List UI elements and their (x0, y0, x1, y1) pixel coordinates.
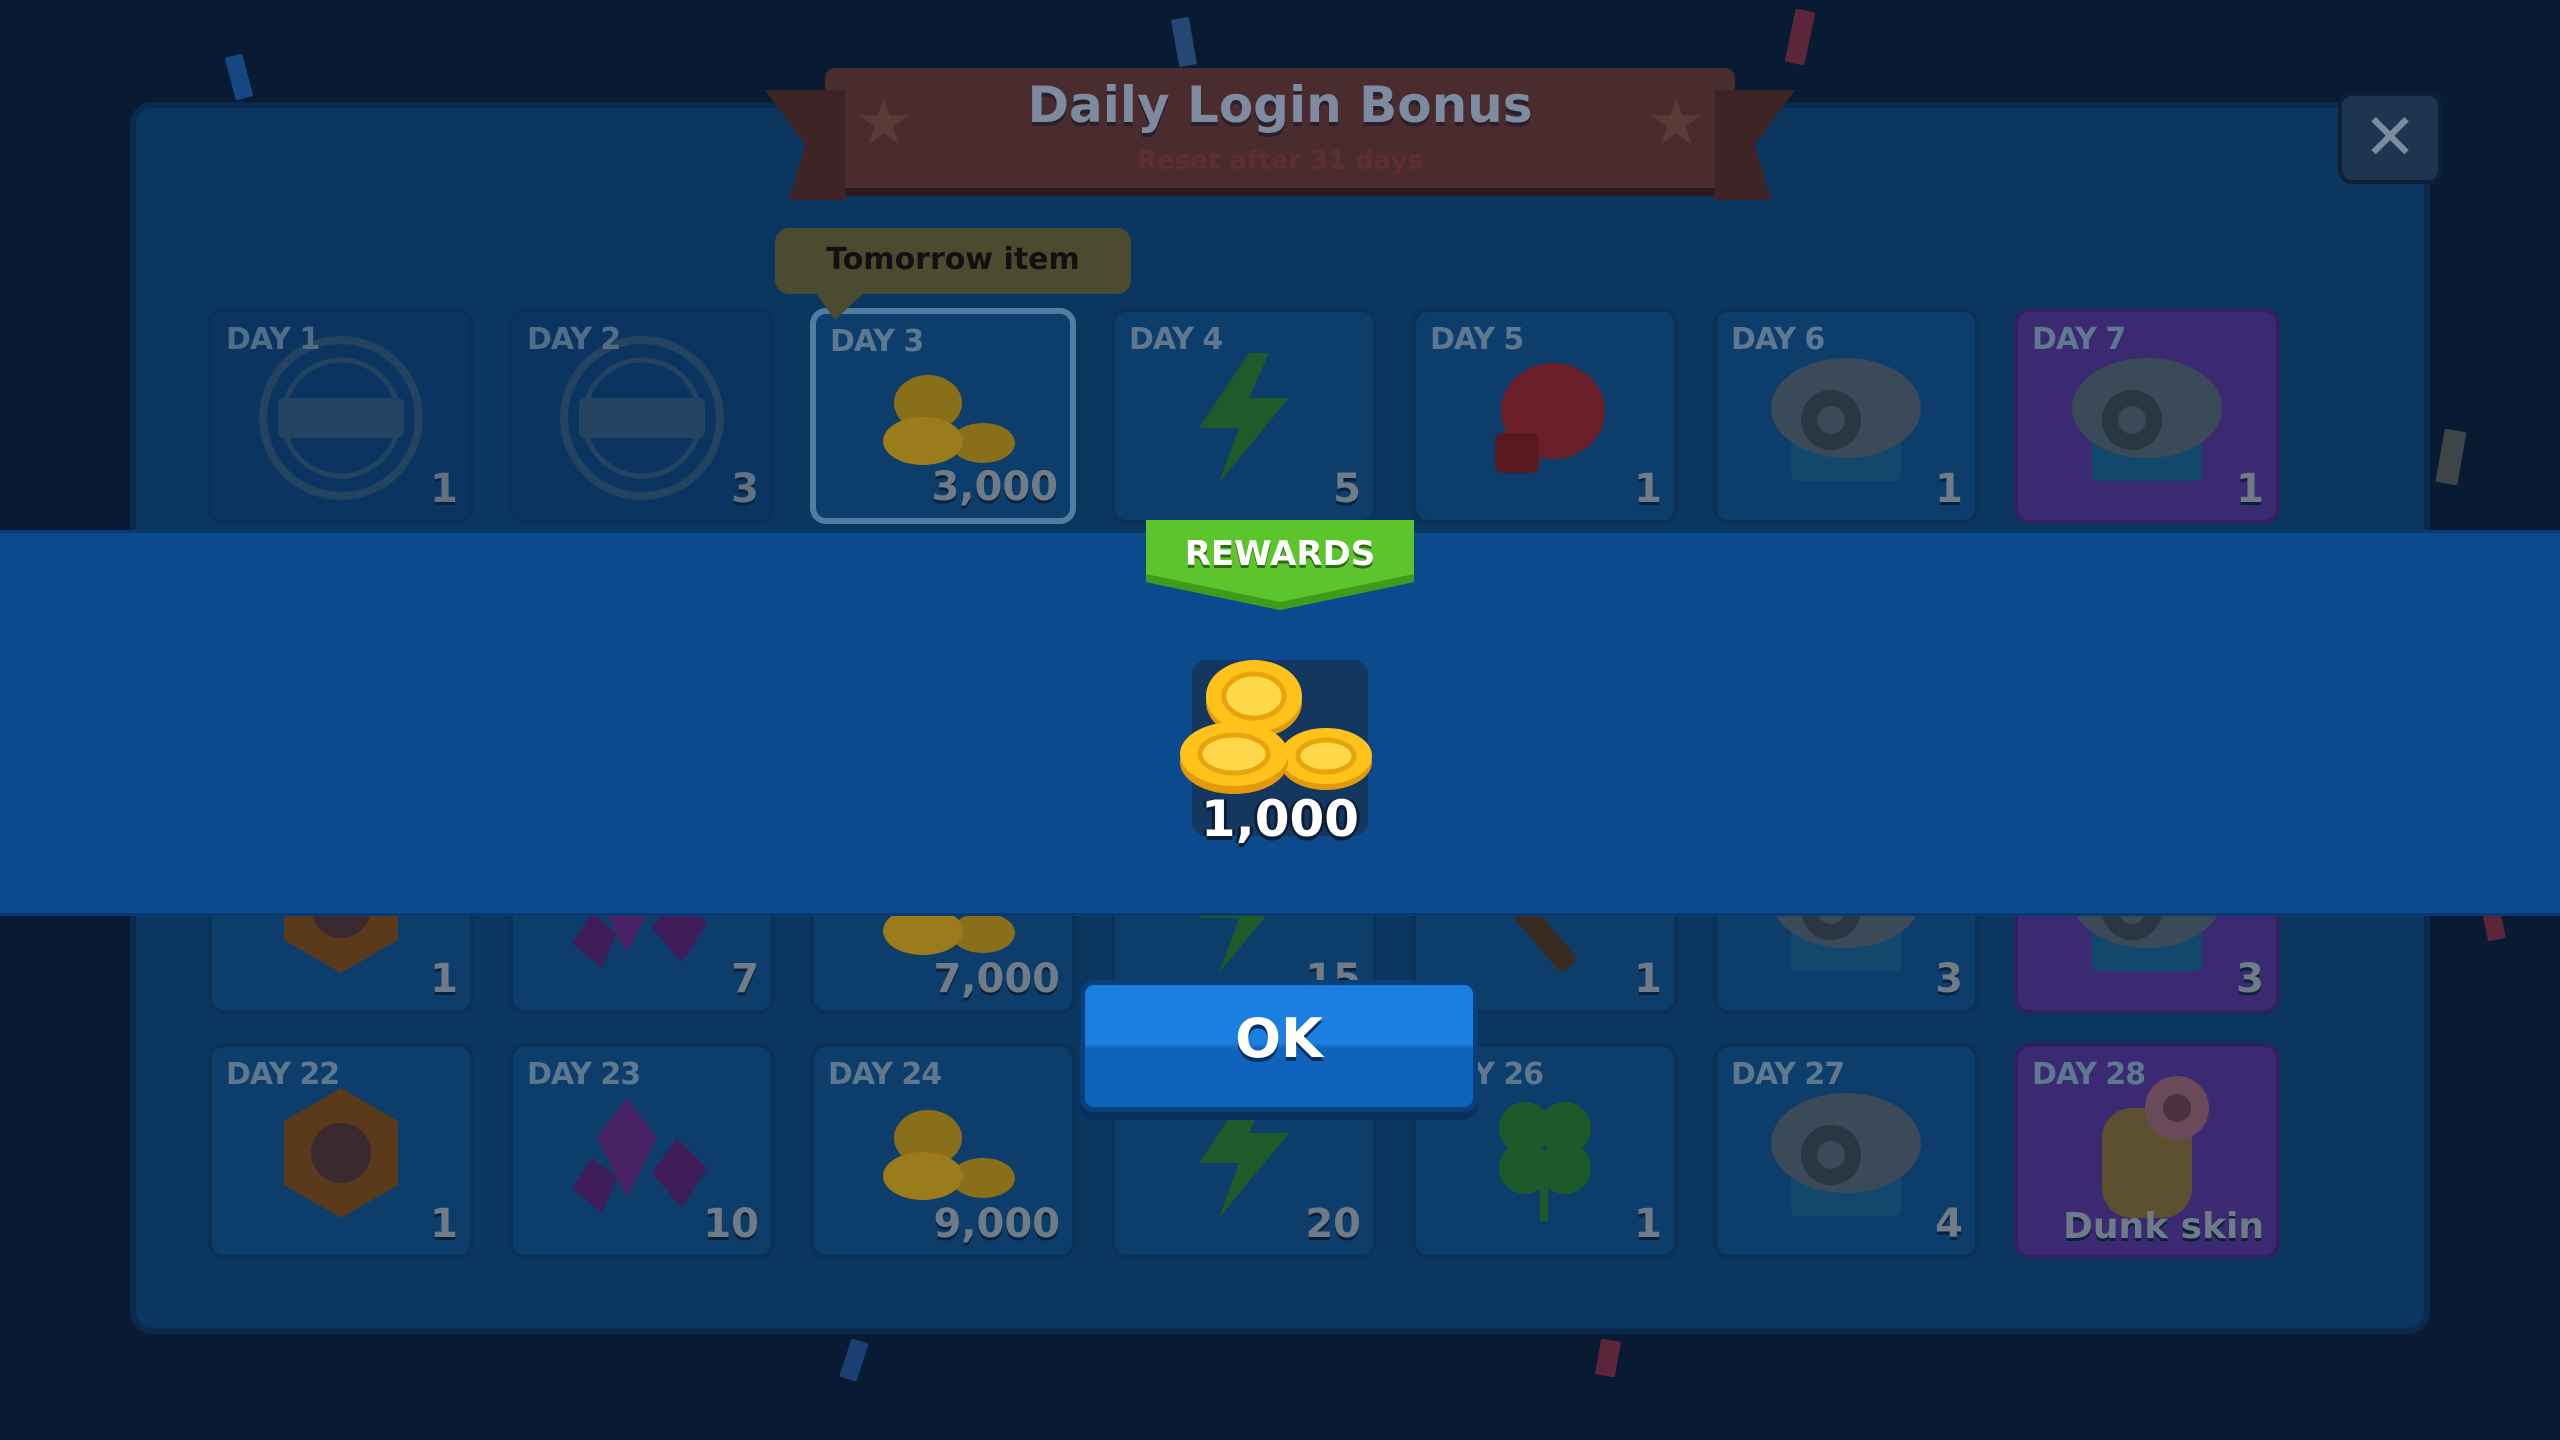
reward-quantity: 9,000 (933, 1201, 1060, 1247)
reward-quantity: 3 (2236, 956, 2264, 1002)
energy-bolt-icon (1189, 353, 1299, 487)
confetti-piece (1595, 1338, 1621, 1378)
reward-quantity: 5 (1333, 466, 1361, 512)
day-label: DAY 28 (2032, 1057, 2146, 1092)
day-cell[interactable]: DAY 6 1 (1713, 308, 1979, 524)
day-cell[interactable]: DAY 22 1 (208, 1043, 474, 1259)
reset-subtitle: Reset after 31 days (1136, 146, 1424, 176)
reward-quantity: 1 (1935, 466, 1963, 512)
reward-quantity: 3,000 (931, 464, 1058, 510)
reward-quantity: 1 (2236, 466, 2264, 512)
coins-icon (868, 363, 1018, 477)
ok-button[interactable]: OK (1080, 980, 1478, 1112)
page-title: Daily Login Bonus (1027, 76, 1533, 134)
reward-quantity: 10 (703, 1201, 759, 1247)
reward-quantity: 3 (731, 466, 759, 512)
day-cell[interactable]: DAY 5 1 (1412, 308, 1678, 524)
rewards-tag-label: REWARDS (1184, 534, 1376, 574)
camera-box-icon (1761, 348, 1931, 492)
day-cell[interactable]: DAY 4 5 (1111, 308, 1377, 524)
title-ribbon: ★ ★ Daily Login Bonus Reset after 31 day… (825, 68, 1735, 188)
day-label: DAY 3 (830, 324, 924, 359)
day-label: DAY 27 (1731, 1057, 1845, 1092)
day-cell[interactable]: DAY 2 3 (509, 308, 775, 524)
reward-quantity: 4 (1935, 1201, 1963, 1247)
day-cell[interactable]: DAY 23 10 (509, 1043, 775, 1259)
day-cell[interactable]: DAY 3 3,000 (810, 308, 1076, 524)
day-cell[interactable]: DAY 27 4 (1713, 1043, 1979, 1259)
boxing-glove-icon (1475, 353, 1615, 487)
reward-quantity: 1 (1634, 956, 1662, 1002)
badge-icon (276, 1083, 406, 1227)
close-button[interactable]: ✕ (2338, 92, 2442, 184)
rewards-tag: REWARDS (1146, 520, 1414, 612)
day-label: DAY 1 (226, 322, 320, 357)
confetti-piece (1170, 16, 1198, 68)
clear-stamp-icon (256, 333, 426, 507)
coins-icon (868, 1098, 1018, 1212)
reward-quantity: 1 (1634, 466, 1662, 512)
reward-quantity: 1 (430, 1201, 458, 1247)
reward-quantity: 1 (1634, 1201, 1662, 1247)
day-label: DAY 22 (226, 1057, 340, 1092)
day-cell[interactable]: DAY 1 1 (208, 308, 474, 524)
confetti-piece (2435, 428, 2467, 486)
gems-icon (567, 1088, 717, 1222)
day-cell[interactable]: DAY 24 9,000 (810, 1043, 1076, 1259)
day-label: DAY 7 (2032, 322, 2126, 357)
ok-button-label: OK (1235, 1007, 1323, 1070)
reward-quantity: 1 (430, 466, 458, 512)
confetti-piece (839, 1338, 869, 1382)
day-label: DAY 2 (527, 322, 621, 357)
reward-quantity: 1 (430, 956, 458, 1002)
camera-box-icon (1761, 1083, 1931, 1227)
day-label: DAY 5 (1430, 322, 1524, 357)
camera-box-icon (2062, 348, 2232, 492)
confetti-piece (1784, 8, 1816, 66)
coins-icon (1180, 660, 1372, 794)
day-cell[interactable]: DAY 28 Dunk skin (2014, 1043, 2280, 1259)
reward-quantity: 7,000 (933, 956, 1060, 1002)
reward-quantity: Dunk skin (2063, 1206, 2264, 1247)
day-label: DAY 24 (828, 1057, 942, 1092)
reward-quantity: 3 (1935, 956, 1963, 1002)
day-cell[interactable]: DAY 7 1 (2014, 308, 2280, 524)
clover-icon (1480, 1083, 1610, 1227)
close-icon: ✕ (2363, 101, 2417, 175)
day-label: DAY 23 (527, 1057, 641, 1092)
clear-stamp-icon (557, 333, 727, 507)
confetti-piece (224, 53, 254, 101)
reward-quantity: 20 (1305, 1201, 1361, 1247)
reward-quantity: 7 (731, 956, 759, 1002)
reward-amount: 1,000 (1200, 790, 1360, 848)
tomorrow-item-tooltip: Tomorrow item (775, 228, 1131, 320)
day-label: DAY 4 (1129, 322, 1223, 357)
day-label: DAY 6 (1731, 322, 1825, 357)
